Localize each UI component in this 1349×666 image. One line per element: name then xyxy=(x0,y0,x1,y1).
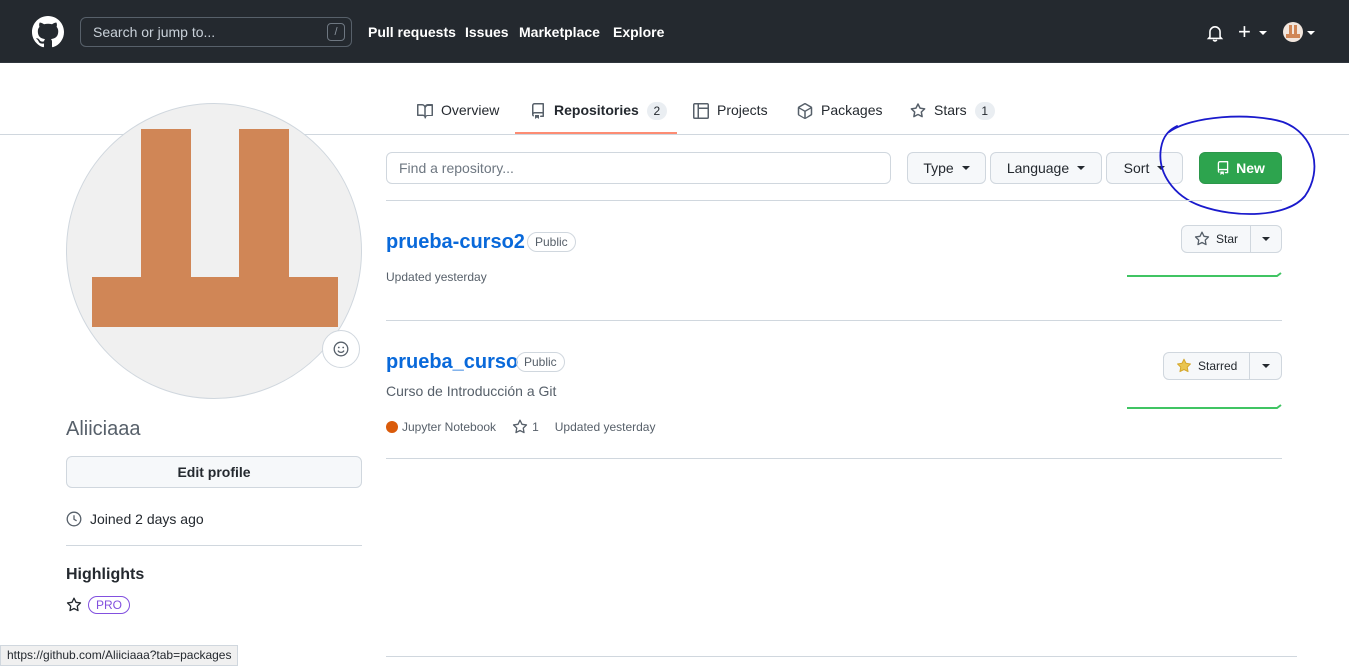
visibility-badge: Public xyxy=(516,352,565,372)
tab-projects-label: Projects xyxy=(717,102,768,118)
star-outline-icon xyxy=(1194,231,1210,246)
user-menu-caret-icon[interactable] xyxy=(1307,31,1315,35)
find-repository-input[interactable]: Find a repository... xyxy=(386,152,891,184)
stars-count-badge: 1 xyxy=(974,102,995,120)
tab-overview[interactable]: Overview xyxy=(417,98,499,134)
search-placeholder: Search or jump to... xyxy=(93,24,216,40)
profile-avatar xyxy=(66,103,362,399)
repo-icon xyxy=(532,103,544,119)
star-outline-icon xyxy=(512,419,528,434)
visibility-badge: Public xyxy=(527,232,576,252)
tab-packages[interactable]: Packages xyxy=(797,98,882,134)
tab-repositories[interactable]: Repositories 2 xyxy=(515,98,677,134)
star-list-dropdown[interactable] xyxy=(1251,226,1281,252)
repo-description: Curso de Introducción a Git xyxy=(386,383,557,399)
search-shortcut-key: / xyxy=(327,23,345,41)
repositories-count-badge: 2 xyxy=(646,102,667,120)
table-icon xyxy=(693,103,709,119)
language-filter-label: Language xyxy=(1006,160,1070,176)
joined-text: Joined 2 days ago xyxy=(90,511,204,527)
tab-projects[interactable]: Projects xyxy=(693,98,768,134)
create-new-plus-icon[interactable]: + xyxy=(1238,21,1251,43)
chevron-down-icon xyxy=(961,166,970,170)
highlights-heading: Highlights xyxy=(66,566,145,583)
repo-updated: Updated yesterday xyxy=(554,420,656,434)
sort-label: Sort xyxy=(1123,160,1150,176)
repo-divider xyxy=(386,458,1282,459)
starred-button[interactable]: Starred xyxy=(1164,353,1251,379)
notifications-bell-icon[interactable] xyxy=(1206,24,1224,42)
repo-meta: Jupyter Notebook 1 Updated yesterday xyxy=(386,419,655,435)
repo-language-label: Jupyter Notebook xyxy=(402,420,497,434)
set-status-button[interactable] xyxy=(322,330,360,368)
chevron-down-icon xyxy=(1077,166,1086,170)
language-color-dot xyxy=(386,421,398,433)
activity-sparkline xyxy=(1127,272,1282,277)
nav-issues[interactable]: Issues xyxy=(465,24,509,40)
user-avatar[interactable] xyxy=(1283,22,1303,42)
filter-divider xyxy=(386,200,1282,201)
tab-stars-label: Stars xyxy=(934,102,967,118)
identicon-small-icon xyxy=(1286,25,1300,38)
star-filled-icon xyxy=(1177,358,1191,373)
joined-date: Joined 2 days ago xyxy=(66,511,204,527)
tab-repositories-label: Repositories xyxy=(554,102,639,118)
tab-stars[interactable]: Stars 1 xyxy=(910,98,995,134)
type-filter-button[interactable]: Type xyxy=(907,152,986,184)
content-bottom-divider xyxy=(386,656,1297,657)
hand-drawn-circle-annotation xyxy=(1159,115,1316,215)
clock-icon xyxy=(66,511,82,527)
global-header: Search or jump to... / Pull requests Iss… xyxy=(0,0,1349,63)
language-filter-button[interactable]: Language xyxy=(990,152,1102,184)
create-new-caret-icon[interactable] xyxy=(1259,31,1267,35)
pro-highlight: PRO xyxy=(66,596,131,614)
type-filter-label: Type xyxy=(923,160,954,176)
star-button-label: Star xyxy=(1216,232,1239,246)
repo-updated: Updated yesterday xyxy=(386,270,487,284)
star-icon xyxy=(910,103,926,118)
repo-meta: Updated yesterday xyxy=(386,270,487,284)
book-icon xyxy=(417,104,433,119)
pro-badge: PRO xyxy=(88,596,131,614)
global-search-input[interactable]: Search or jump to... / xyxy=(80,17,352,47)
browser-status-url: https://github.com/Aliiciaaa?tab=package… xyxy=(0,645,239,666)
identicon-large-icon xyxy=(92,129,338,327)
star-list-dropdown[interactable] xyxy=(1250,353,1281,379)
profile-username: Aliiciaaa xyxy=(66,418,141,440)
repo-stargazers-link[interactable]: 1 xyxy=(512,419,539,435)
nav-explore[interactable]: Explore xyxy=(613,24,664,40)
repo-name-link[interactable]: prueba_curso xyxy=(386,351,518,374)
chevron-down-icon xyxy=(1261,364,1270,368)
star-button[interactable]: Star xyxy=(1182,226,1252,252)
starred-button-label: Starred xyxy=(1198,359,1238,373)
star-outline-icon xyxy=(66,597,82,612)
repo-language: Jupyter Notebook xyxy=(386,420,496,434)
repo-divider xyxy=(386,320,1282,321)
repo-name-link[interactable]: prueba-curso2 xyxy=(386,231,525,254)
nav-pull-requests[interactable]: Pull requests xyxy=(368,24,456,40)
star-button-group: Star xyxy=(1181,225,1282,253)
sidebar-divider xyxy=(66,545,362,546)
nav-marketplace[interactable]: Marketplace xyxy=(519,24,600,40)
tab-packages-label: Packages xyxy=(821,102,883,118)
package-icon xyxy=(797,103,813,119)
chevron-down-icon xyxy=(1262,237,1270,241)
edit-profile-button[interactable]: Edit profile xyxy=(66,456,362,488)
tab-overview-label: Overview xyxy=(441,102,500,118)
activity-sparkline xyxy=(1127,404,1282,409)
repo-star-count: 1 xyxy=(532,420,539,434)
github-logo-icon[interactable] xyxy=(32,16,64,48)
smiley-icon xyxy=(333,341,349,357)
starred-button-group: Starred xyxy=(1163,352,1282,380)
